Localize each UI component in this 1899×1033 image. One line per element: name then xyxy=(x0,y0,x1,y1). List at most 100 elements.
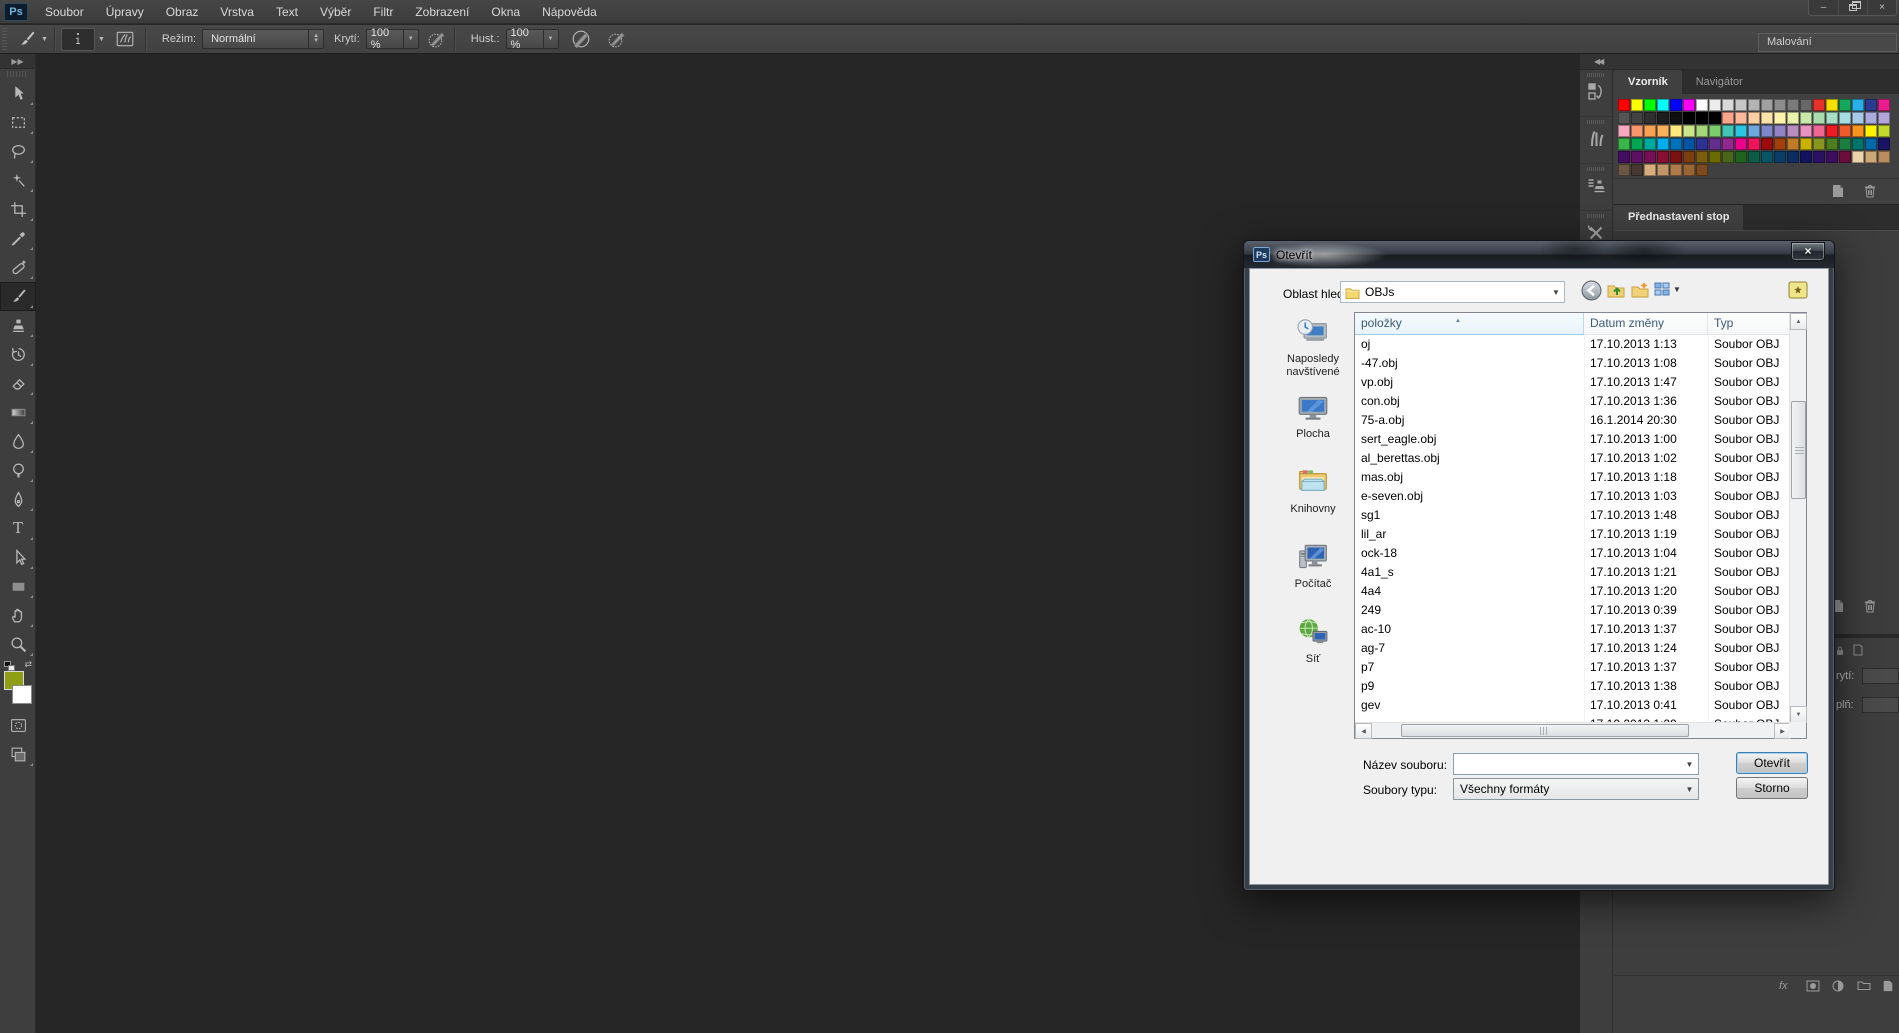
color-swatch[interactable] xyxy=(1852,138,1864,150)
color-swatch[interactable] xyxy=(1761,112,1773,124)
column-header-name[interactable]: položky ▲ xyxy=(1355,313,1584,335)
color-swatch[interactable] xyxy=(1670,138,1682,150)
file-row[interactable]: p7 17.10.2013 1:37 Soubor OBJ xyxy=(1355,658,1789,677)
color-swatch[interactable] xyxy=(1631,138,1643,150)
brush-presets-panel-icon[interactable] xyxy=(1580,117,1612,164)
screen-mode-button[interactable] xyxy=(0,740,36,769)
color-swatch[interactable] xyxy=(1865,125,1877,137)
adjustment-layer-icon[interactable] xyxy=(1832,980,1844,992)
color-swatch[interactable] xyxy=(1644,151,1656,163)
lock-all-icon[interactable] xyxy=(1852,644,1864,656)
color-swatch[interactable] xyxy=(1644,138,1656,150)
color-swatch[interactable] xyxy=(1761,125,1773,137)
color-swatch[interactable] xyxy=(1800,138,1812,150)
color-swatch[interactable] xyxy=(1722,151,1734,163)
color-swatch[interactable] xyxy=(1618,138,1630,150)
color-swatch[interactable] xyxy=(1735,112,1747,124)
place-desktop[interactable]: Plocha xyxy=(1268,394,1358,441)
color-swatch[interactable] xyxy=(1813,125,1825,137)
restore-icon[interactable] xyxy=(1838,0,1867,15)
file-row[interactable]: al_berettas.obj 17.10.2013 1:02 Soubor OBJ xyxy=(1355,449,1789,468)
color-swatch[interactable] xyxy=(1722,112,1734,124)
file-row[interactable]: con.obj 17.10.2013 1:36 Soubor OBJ xyxy=(1355,392,1789,411)
color-swatch[interactable] xyxy=(1696,125,1708,137)
color-swatch[interactable] xyxy=(1709,138,1721,150)
menu-napoveda[interactable]: Nápověda xyxy=(531,5,608,19)
color-swatch[interactable] xyxy=(1761,138,1773,150)
place-computer[interactable]: Počítač xyxy=(1268,542,1358,591)
file-row[interactable]: p9 17.10.2013 1:38 Soubor OBJ xyxy=(1355,677,1789,696)
menu-filtr[interactable]: Filtr xyxy=(362,5,404,19)
tab-vzornik[interactable]: Vzorník xyxy=(1614,70,1682,94)
color-swatch[interactable] xyxy=(1631,164,1643,176)
color-swatch[interactable] xyxy=(1865,99,1877,111)
color-swatch[interactable] xyxy=(1787,138,1799,150)
color-swatch[interactable] xyxy=(1735,125,1747,137)
hand-tool[interactable] xyxy=(0,601,36,630)
color-swatch[interactable] xyxy=(1735,138,1747,150)
color-swatch[interactable] xyxy=(1800,125,1812,137)
minimize-icon[interactable]: – xyxy=(1809,0,1838,15)
color-swatch[interactable] xyxy=(1696,138,1708,150)
menu-vyber[interactable]: Výběr xyxy=(309,5,362,19)
color-swatch[interactable] xyxy=(1709,112,1721,124)
tab-stop-presets[interactable]: Přednastavení stop xyxy=(1614,205,1744,230)
color-swatch[interactable] xyxy=(1709,125,1721,137)
file-row[interactable]: sert_eagle.obj 17.10.2013 1:00 Soubor OBJ xyxy=(1355,430,1789,449)
color-swatch[interactable] xyxy=(1748,112,1760,124)
toggle-brush-panel-icon[interactable] xyxy=(115,30,135,48)
shape-tool[interactable] xyxy=(0,572,36,601)
color-swatch[interactable] xyxy=(1696,151,1708,163)
file-row[interactable]: mas.obj 17.10.2013 1:18 Soubor OBJ xyxy=(1355,468,1789,487)
new-layer-icon[interactable] xyxy=(1882,980,1894,992)
healing-brush-tool[interactable] xyxy=(0,253,36,282)
menu-soubor[interactable]: Soubor xyxy=(34,5,95,19)
file-row[interactable]: e-seven.obj 17.10.2013 1:03 Soubor OBJ xyxy=(1355,487,1789,506)
color-swatch[interactable] xyxy=(1631,125,1643,137)
color-swatch[interactable] xyxy=(1670,151,1682,163)
file-row[interactable]: oj 17.10.2013 1:13 Soubor OBJ xyxy=(1355,335,1789,354)
color-swatch[interactable] xyxy=(1826,112,1838,124)
horizontal-scroll-thumb[interactable] xyxy=(1401,724,1689,737)
color-swatch[interactable] xyxy=(1839,112,1851,124)
color-swatch[interactable] xyxy=(1787,99,1799,111)
color-swatch[interactable] xyxy=(1865,151,1877,163)
default-colors-icon[interactable] xyxy=(4,661,16,671)
color-swatch[interactable] xyxy=(1852,125,1864,137)
color-swatch[interactable] xyxy=(1709,151,1721,163)
color-swatch[interactable] xyxy=(1865,138,1877,150)
color-swatch[interactable] xyxy=(1722,138,1734,150)
color-swatch[interactable] xyxy=(1826,151,1838,163)
blur-tool[interactable] xyxy=(0,427,36,456)
history-panel-icon[interactable] xyxy=(1580,70,1612,117)
color-swatch[interactable] xyxy=(1787,151,1799,163)
layers-fill-input[interactable] xyxy=(1862,697,1899,713)
color-swatch[interactable] xyxy=(1644,112,1656,124)
color-swatch[interactable] xyxy=(1826,125,1838,137)
color-swatch[interactable] xyxy=(1787,112,1799,124)
new-folder-icon[interactable] xyxy=(1630,280,1650,300)
brush-tool-preset[interactable]: ▼ xyxy=(16,30,48,48)
color-swatch[interactable] xyxy=(1722,99,1734,111)
color-swatch[interactable] xyxy=(1774,138,1786,150)
view-menu-caret-icon[interactable]: ▼ xyxy=(1673,285,1681,294)
color-swatch[interactable] xyxy=(1748,99,1760,111)
color-swatch[interactable] xyxy=(1618,99,1630,111)
file-row[interactable]: 75-a.obj 16.1.2014 20:30 Soubor OBJ xyxy=(1355,411,1789,430)
menu-zobrazeni[interactable]: Zobrazení xyxy=(404,5,480,19)
color-swatch[interactable] xyxy=(1839,99,1851,111)
tools-grip[interactable] xyxy=(7,71,28,77)
color-swatch[interactable] xyxy=(1657,138,1669,150)
color-swatch[interactable] xyxy=(1813,112,1825,124)
color-swatch[interactable] xyxy=(1657,125,1669,137)
color-swatch[interactable] xyxy=(1774,125,1786,137)
file-row[interactable]: sg1 17.10.2013 1:48 Soubor OBJ xyxy=(1355,506,1789,525)
color-swatch[interactable] xyxy=(1644,125,1656,137)
color-swatch[interactable] xyxy=(1696,112,1708,124)
gradient-tool[interactable] xyxy=(0,398,36,427)
file-row[interactable]: ag-7 17.10.2013 1:24 Soubor OBJ xyxy=(1355,639,1789,658)
fx-icon[interactable]: fx xyxy=(1779,980,1788,992)
brush-tool[interactable] xyxy=(0,282,36,311)
layers-opacity-input[interactable] xyxy=(1862,668,1899,684)
cancel-button[interactable]: Storno xyxy=(1736,777,1808,799)
